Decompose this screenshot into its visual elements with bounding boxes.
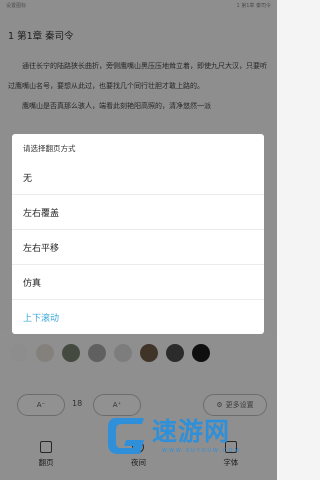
watermark: 速游网 WWW.SUYOUW.COM	[104, 408, 264, 466]
watermark-url: WWW.SUYOUW.COM	[162, 448, 241, 454]
option-scroll[interactable]: 上下滚动	[12, 300, 264, 334]
option-slide[interactable]: 左右平移	[12, 230, 264, 265]
watermark-logo-icon	[108, 418, 144, 454]
dialog-title: 请选择翻页方式	[23, 144, 76, 153]
option-none[interactable]: 无	[12, 160, 264, 195]
option-cover[interactable]: 左右覆盖	[12, 195, 264, 230]
watermark-text: 速游网	[152, 417, 231, 446]
option-simulation[interactable]: 仿真	[12, 265, 264, 300]
page-turn-dialog: 请选择翻页方式 无 左右覆盖 左右平移 仿真 上下滚动	[12, 134, 264, 334]
